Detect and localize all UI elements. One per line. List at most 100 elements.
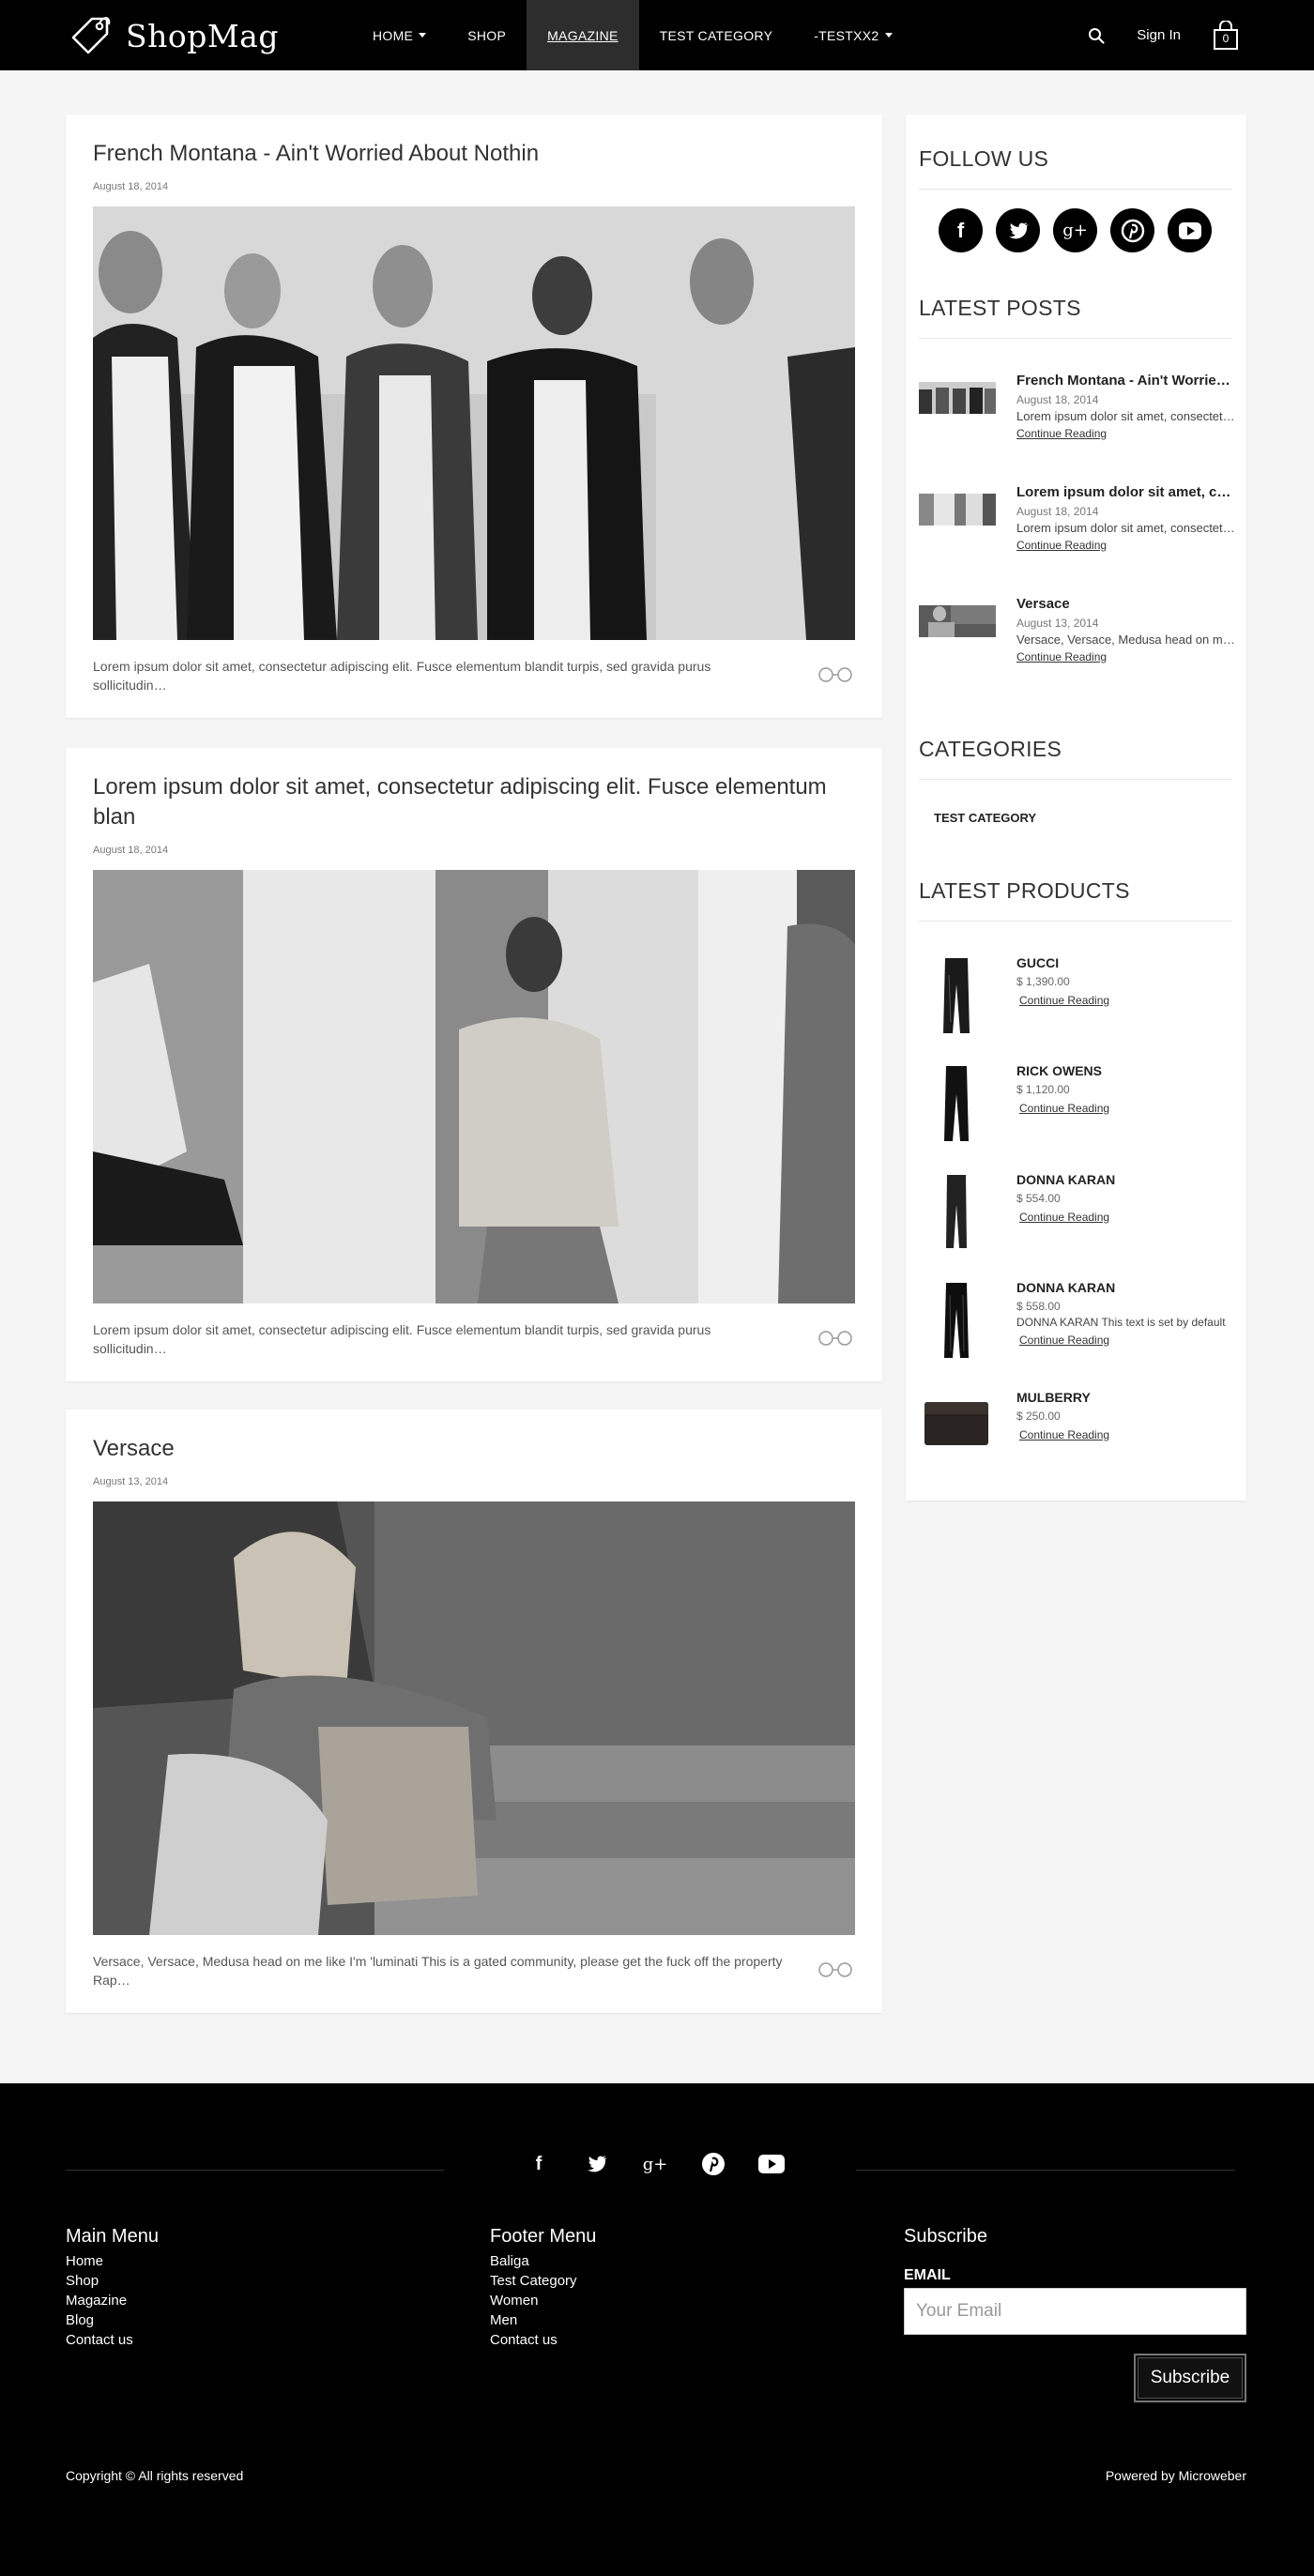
product-name[interactable]: MULBERRY bbox=[1016, 1390, 1091, 1405]
cart-button[interactable]: 0 bbox=[1213, 19, 1239, 51]
caret-down-icon bbox=[419, 33, 427, 38]
latest-post-thumbnail[interactable] bbox=[919, 605, 996, 637]
pinterest-icon[interactable] bbox=[1110, 208, 1154, 252]
footer-link-magazine[interactable]: Magazine bbox=[66, 2291, 133, 2310]
footer-menu-title: Footer Menu bbox=[490, 2226, 597, 2247]
nav-item-magazine[interactable]: MAGAZINE bbox=[527, 0, 639, 70]
product-thumbnail[interactable] bbox=[919, 1172, 994, 1253]
product-thumbnail[interactable] bbox=[919, 1063, 994, 1144]
continue-reading-link[interactable]: Continue Reading bbox=[1019, 1211, 1109, 1224]
subscribe-button[interactable]: Subscribe bbox=[1134, 2354, 1246, 2402]
google-plus-icon[interactable]: g+ bbox=[640, 2149, 670, 2179]
nav-item-test-category[interactable]: TEST CATEGORY bbox=[639, 0, 794, 70]
product-item: GUCCI $ 1,390.00 Continue Reading bbox=[919, 955, 1238, 1040]
post-excerpt: Versace, Versace, Medusa head on me like… bbox=[93, 1954, 783, 1988]
category-link[interactable]: TEST CATEGORY bbox=[934, 811, 1036, 825]
continue-reading-link[interactable]: Continue Reading bbox=[1019, 1102, 1109, 1115]
nav-label: HOME bbox=[373, 27, 414, 43]
nav-label: -TESTXX2 bbox=[814, 27, 879, 43]
product-name[interactable]: DONNA KARAN bbox=[1016, 1280, 1115, 1295]
pinterest-icon[interactable] bbox=[698, 2149, 728, 2179]
latest-post-thumbnail[interactable] bbox=[919, 382, 996, 414]
nav-item-testxx2[interactable]: -TESTXX2 bbox=[793, 0, 912, 70]
footer-divider bbox=[856, 2170, 1235, 2171]
nav-label: SHOP bbox=[467, 27, 507, 43]
email-field[interactable] bbox=[904, 2288, 1246, 2335]
product-item: MULBERRY $ 250.00 Continue Reading bbox=[919, 1390, 1238, 1474]
product-name[interactable]: RICK OWENS bbox=[1016, 1063, 1102, 1078]
latest-post-title[interactable]: Versace bbox=[1016, 596, 1238, 612]
product-thumbnail[interactable] bbox=[919, 1280, 994, 1361]
latest-post-date: August 13, 2014 bbox=[1016, 617, 1099, 630]
post-date: August 18, 2014 bbox=[93, 845, 169, 856]
footer-link-blog[interactable]: Blog bbox=[66, 2310, 133, 2330]
footer-link-home[interactable]: Home bbox=[66, 2251, 133, 2271]
latest-post-title[interactable]: French Montana - Ain't Worried About Not… bbox=[1016, 373, 1238, 389]
post-excerpt: Lorem ipsum dolor sit amet, consectetur … bbox=[93, 1322, 711, 1356]
glasses-icon[interactable] bbox=[817, 1961, 854, 1978]
latest-post-thumbnail[interactable] bbox=[919, 494, 996, 526]
product-price: $ 1,390.00 bbox=[1016, 975, 1070, 988]
product-name[interactable]: DONNA KARAN bbox=[1016, 1172, 1115, 1187]
nav-item-home[interactable]: HOME bbox=[352, 0, 447, 70]
post-date: August 13, 2014 bbox=[93, 1476, 169, 1487]
sign-in-link[interactable]: Sign In bbox=[1137, 27, 1181, 43]
facebook-icon[interactable]: f bbox=[524, 2149, 554, 2179]
latest-post-title[interactable]: Lorem ipsum dolor sit amet, consectetur bbox=[1016, 484, 1238, 500]
footer-link-contact[interactable]: Contact us bbox=[66, 2330, 133, 2350]
glasses-icon[interactable] bbox=[817, 666, 854, 683]
footer-link-men[interactable]: Men bbox=[490, 2310, 577, 2330]
product-name[interactable]: GUCCI bbox=[1016, 955, 1059, 970]
sidebar: FOLLOW US f g+ LATEST POSTS French Monta… bbox=[906, 114, 1246, 1501]
footer-link-test-category[interactable]: Test Category bbox=[490, 2271, 577, 2291]
latest-posts-heading: LATEST POSTS bbox=[919, 296, 1232, 339]
latest-post-date: August 18, 2014 bbox=[1016, 505, 1099, 518]
post-card: French Montana - Ain't Worried About Not… bbox=[66, 114, 882, 718]
nav-item-shop[interactable]: SHOP bbox=[447, 0, 527, 70]
copyright-text: Copyright © All rights reserved bbox=[66, 2468, 244, 2483]
twitter-icon[interactable] bbox=[996, 208, 1040, 252]
sidebar-social-links: f g+ bbox=[939, 208, 1212, 252]
youtube-icon[interactable] bbox=[1168, 208, 1212, 252]
post-image[interactable] bbox=[93, 206, 855, 640]
footer-link-contact-us[interactable]: Contact us bbox=[490, 2330, 577, 2350]
continue-reading-link[interactable]: Continue Reading bbox=[1019, 1334, 1109, 1347]
footer-link-women[interactable]: Women bbox=[490, 2291, 577, 2310]
post-photo bbox=[93, 870, 855, 1303]
tag-icon bbox=[71, 17, 111, 54]
twitter-icon[interactable] bbox=[582, 2149, 612, 2179]
latest-post-item: Lorem ipsum dolor sit amet, consectetur … bbox=[919, 484, 1238, 559]
youtube-icon[interactable] bbox=[756, 2149, 787, 2179]
continue-reading-link[interactable]: Continue Reading bbox=[1016, 427, 1107, 440]
post-photo bbox=[93, 206, 855, 640]
main-menu-title: Main Menu bbox=[66, 2226, 159, 2247]
footer-link-shop[interactable]: Shop bbox=[66, 2271, 133, 2291]
post-title[interactable]: Versace bbox=[93, 1434, 175, 1464]
brand-logo[interactable]: ShopMag bbox=[66, 9, 279, 62]
nav-label: TEST CATEGORY bbox=[659, 27, 773, 43]
post-image[interactable] bbox=[93, 870, 855, 1303]
post-photo bbox=[93, 1501, 855, 1935]
google-plus-icon[interactable]: g+ bbox=[1053, 208, 1097, 252]
latest-post-text: Versace, Versace, Medusa head on me like… bbox=[1016, 633, 1238, 647]
post-image[interactable] bbox=[93, 1501, 855, 1935]
post-excerpt: Lorem ipsum dolor sit amet, consectetur … bbox=[93, 659, 711, 693]
continue-reading-link[interactable]: Continue Reading bbox=[1016, 650, 1107, 663]
continue-reading-link[interactable]: Continue Reading bbox=[1019, 994, 1109, 1007]
product-thumbnail[interactable] bbox=[919, 1390, 994, 1456]
continue-reading-link[interactable]: Continue Reading bbox=[1019, 1428, 1109, 1441]
post-card: Lorem ipsum dolor sit amet, consectetur … bbox=[66, 748, 882, 1381]
post-title[interactable]: Lorem ipsum dolor sit amet, consectetur … bbox=[93, 772, 855, 832]
post-title[interactable]: French Montana - Ain't Worried About Not… bbox=[93, 139, 539, 169]
product-thumbnail[interactable] bbox=[919, 955, 994, 1036]
product-price: $ 558.00 bbox=[1016, 1300, 1061, 1313]
facebook-icon[interactable]: f bbox=[939, 208, 983, 252]
glasses-icon[interactable] bbox=[817, 1330, 854, 1347]
footer-menu-list: Baliga Test Category Women Men Contact u… bbox=[490, 2251, 577, 2350]
main-nav: HOME SHOP MAGAZINE TEST CATEGORY -TESTXX… bbox=[352, 0, 913, 70]
continue-reading-link[interactable]: Continue Reading bbox=[1016, 539, 1107, 552]
product-price: $ 554.00 bbox=[1016, 1192, 1061, 1205]
footer-link-baliga[interactable]: Baliga bbox=[490, 2251, 577, 2271]
cart-count: 0 bbox=[1222, 31, 1230, 45]
search-icon[interactable] bbox=[1088, 27, 1105, 44]
